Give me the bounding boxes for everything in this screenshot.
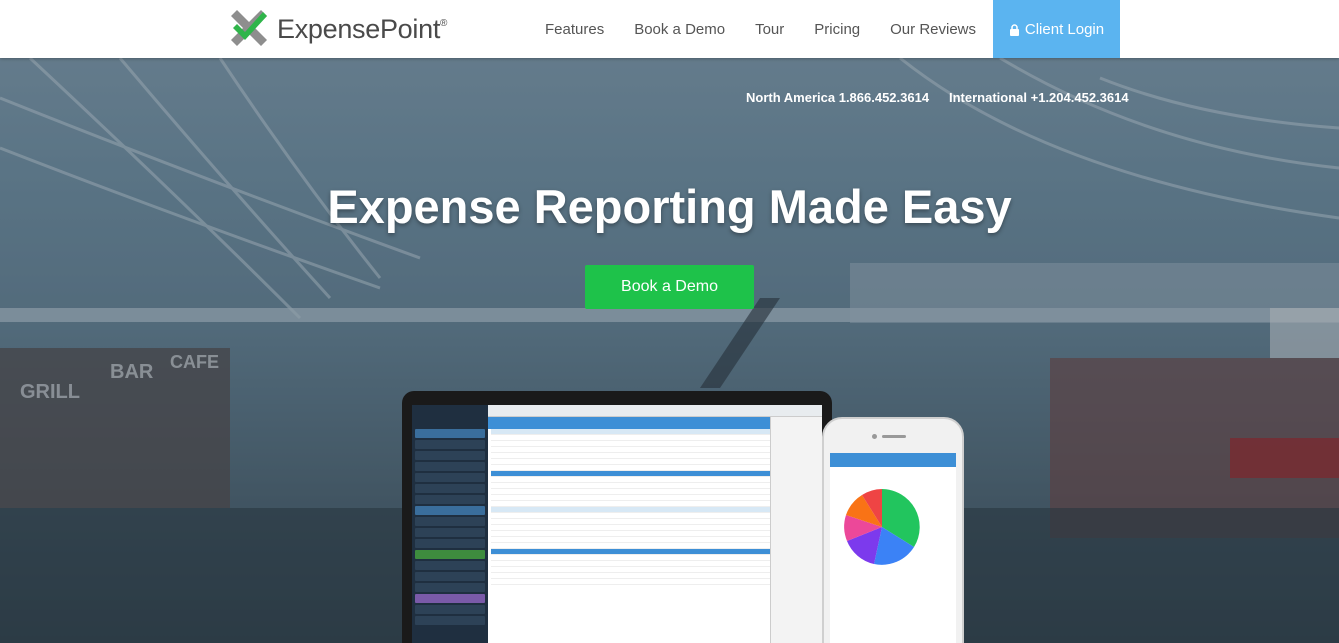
nav-features[interactable]: Features <box>545 21 604 38</box>
phone-mockup <box>822 417 964 643</box>
nav-pricing[interactable]: Pricing <box>814 21 860 38</box>
logo[interactable]: ExpensePoint® <box>227 8 447 50</box>
logo-mark-icon <box>227 8 271 50</box>
client-login-label: Client Login <box>1024 20 1105 38</box>
phone-north-america[interactable]: North America 1.866.452.3614 <box>746 90 929 105</box>
hero-section: GRILL BAR CAFE North America 1.866.452.3… <box>0 58 1339 643</box>
phone-international[interactable]: International +1.204.452.3614 <box>949 90 1129 105</box>
client-login-button[interactable]: Client Login <box>993 0 1120 58</box>
nav-tour[interactable]: Tour <box>755 21 784 38</box>
nav-reviews[interactable]: Our Reviews <box>890 21 976 38</box>
app-sidebar <box>412 405 488 643</box>
lock-icon <box>1009 23 1020 36</box>
nav-book-demo[interactable]: Book a Demo <box>634 21 725 38</box>
laptop-mockup <box>402 391 832 643</box>
phone-screen-image <box>830 453 956 643</box>
pie-chart-image <box>844 489 920 565</box>
logo-text: ExpensePoint® <box>277 13 448 44</box>
top-navigation: ExpensePoint® Features Book a Demo Tour … <box>0 0 1339 58</box>
laptop-screen-image <box>412 405 822 643</box>
hero-headline: Expense Reporting Made Easy <box>327 180 1012 233</box>
book-demo-button[interactable]: Book a Demo <box>585 265 754 309</box>
nav-links: Features Book a Demo Tour Pricing Our Re… <box>530 0 1006 58</box>
